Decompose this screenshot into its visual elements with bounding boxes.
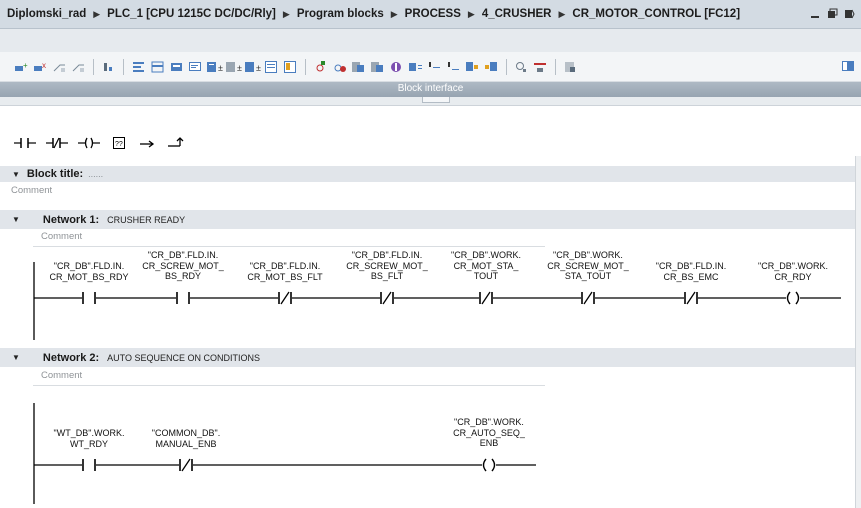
operand-label[interactable]: "CR_DB".WORK. CR_MOT_STA_ TOUT xyxy=(451,250,521,282)
operand-label[interactable]: "CR_DB".WORK. CR_AUTO_SEQ_ ENB xyxy=(453,417,525,449)
output-coil[interactable] xyxy=(786,291,800,305)
operand-label[interactable]: "CR_DB".FLD.IN. CR_MOT_BS_FLT xyxy=(247,261,322,282)
ladder-diagram xyxy=(33,262,841,504)
operand-label[interactable]: "CR_DB".FLD.IN. CR_BS_EMC xyxy=(656,261,726,282)
normally-open-contact[interactable] xyxy=(82,291,96,305)
normally-closed-contact[interactable] xyxy=(581,291,595,305)
operand-label[interactable]: "CR_DB".FLD.IN. CR_SCREW_MOT_ BS_FLT xyxy=(346,250,428,282)
operand-label[interactable]: "CR_DB".WORK. CR_SCREW_MOT_ STA_TOUT xyxy=(547,250,629,282)
normally-closed-contact[interactable] xyxy=(278,291,292,305)
normally-closed-contact[interactable] xyxy=(684,291,698,305)
operand-label[interactable]: "COMMON_DB". MANUAL_ENB xyxy=(152,428,220,449)
operand-label[interactable]: "CR_DB".FLD.IN. CR_SCREW_MOT_ BS_RDY xyxy=(142,250,224,282)
output-coil[interactable] xyxy=(482,458,496,472)
operand-label[interactable]: "CR_DB".WORK. CR_RDY xyxy=(758,261,828,282)
normally-closed-contact[interactable] xyxy=(380,291,394,305)
normally-open-contact[interactable] xyxy=(82,458,96,472)
normally-closed-contact[interactable] xyxy=(479,291,493,305)
normally-open-contact[interactable] xyxy=(176,291,190,305)
normally-closed-contact[interactable] xyxy=(179,458,193,472)
operand-label[interactable]: "CR_DB".FLD.IN. CR_MOT_BS_RDY xyxy=(49,261,128,282)
operand-label[interactable]: "WT_DB".WORK. WT_RDY xyxy=(54,428,125,449)
